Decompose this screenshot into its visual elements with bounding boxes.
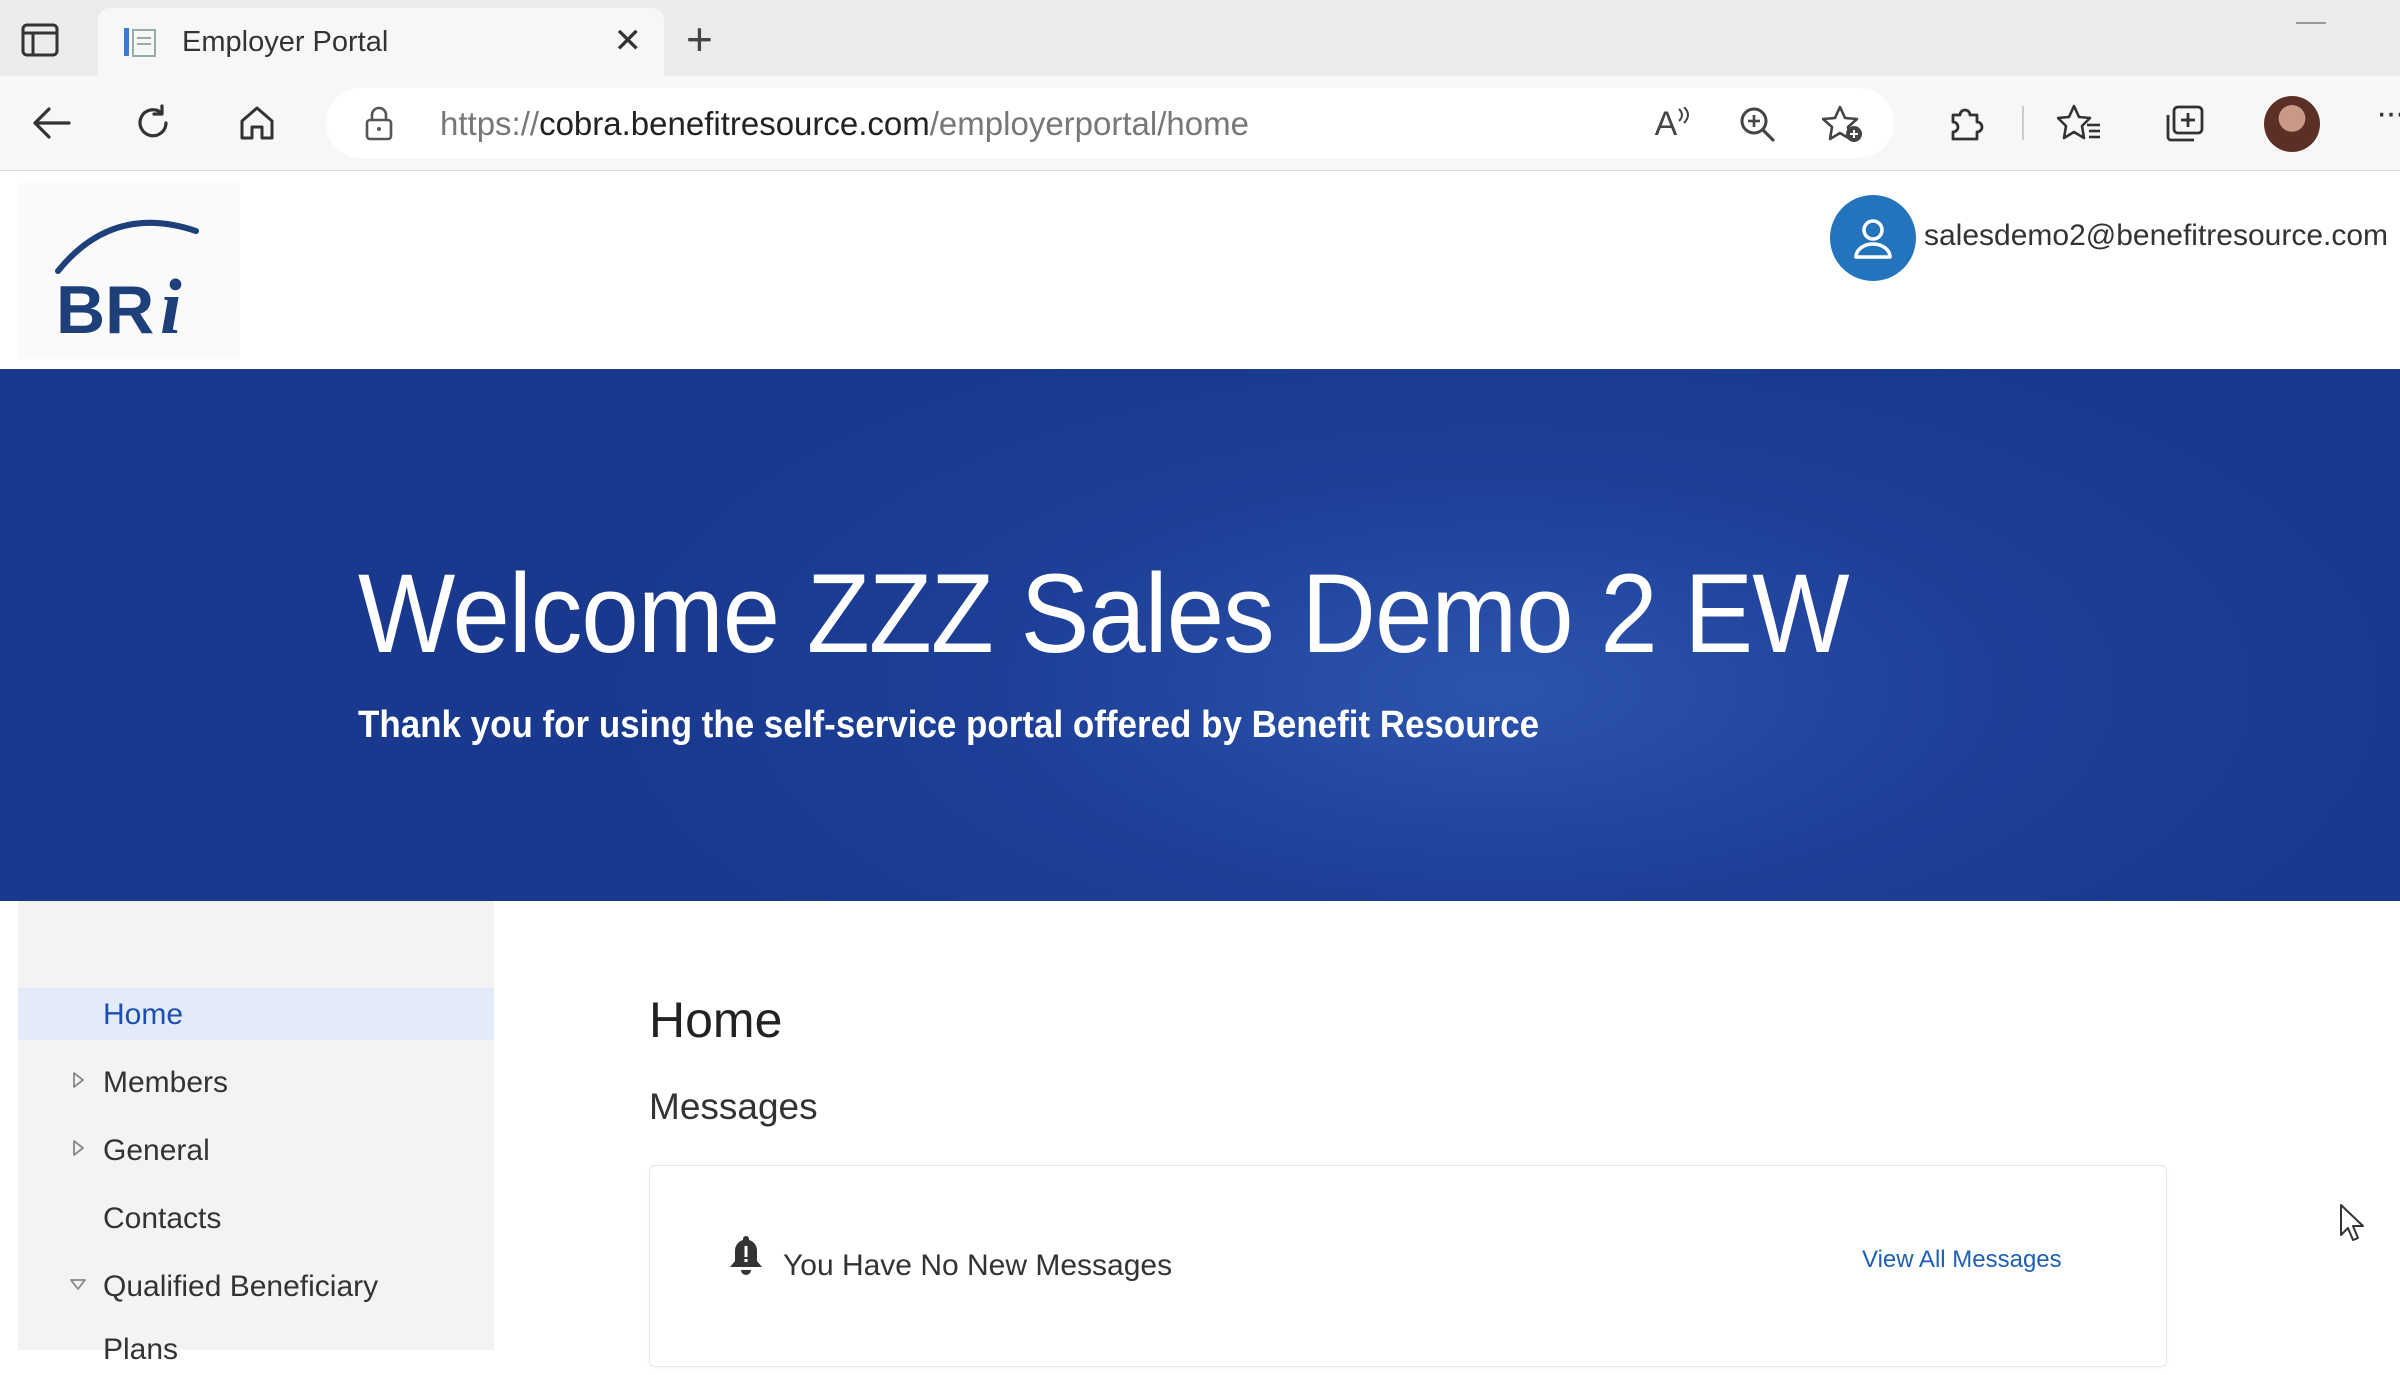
home-icon[interactable] <box>232 98 282 148</box>
browser-tab-strip: Employer Portal ✕ + <box>0 0 2400 76</box>
url-host: cobra.benefitresource.com <box>539 105 930 142</box>
back-arrow-icon[interactable] <box>26 98 76 148</box>
url-prefix: https:// <box>440 105 540 142</box>
messages-card: You Have No New Messages View All Messag… <box>649 1165 2167 1367</box>
sidebar-item-plans[interactable]: Plans <box>18 1323 494 1375</box>
favorites-icon[interactable] <box>2054 98 2104 148</box>
caret-right-icon[interactable] <box>68 1070 88 1090</box>
svg-text:i: i <box>160 263 182 350</box>
window-minimize-button[interactable] <box>2296 22 2326 24</box>
bell-icon <box>728 1234 764 1281</box>
page-title: Home <box>649 992 783 1048</box>
collections-icon[interactable] <box>2160 98 2210 148</box>
page-favicon-icon <box>122 26 158 58</box>
read-aloud-icon[interactable]: A <box>1652 104 1694 144</box>
active-browser-tab[interactable]: Employer Portal ✕ <box>98 8 664 76</box>
user-icon[interactable] <box>1830 195 1916 281</box>
sidebar-item-general[interactable]: General <box>18 1124 494 1176</box>
sidebar-item-members[interactable]: Members <box>18 1056 494 1108</box>
tab-title: Employer Portal <box>182 26 389 58</box>
url-path: /employerportal/home <box>929 105 1249 142</box>
main-content: Home Messages You Have No New Messages V… <box>494 901 2400 1367</box>
sidebar-item-home[interactable]: Home <box>18 988 494 1040</box>
sidebar-item-label: Plans <box>103 1333 179 1366</box>
refresh-icon[interactable] <box>128 98 178 148</box>
sidebar-nav: Home Members General Contacts Qualified … <box>18 901 494 1366</box>
sidebar-item-label: Qualified Beneficiary <box>103 1270 379 1303</box>
welcome-banner: Welcome ZZZ Sales Demo 2 EW Thank you fo… <box>0 369 2400 901</box>
browser-toolbar: https://cobra.benefitresource.com/employ… <box>0 76 2400 171</box>
lock-icon[interactable] <box>364 106 394 147</box>
bri-logo[interactable]: BR i <box>18 183 240 359</box>
caret-right-icon[interactable] <box>68 1138 88 1158</box>
messages-heading: Messages <box>649 1086 818 1127</box>
more-options-icon[interactable]: ··· <box>2376 94 2400 133</box>
sidebar-item-label: Home <box>103 998 184 1031</box>
welcome-subtitle: Thank you for using the self-service por… <box>358 704 1540 746</box>
sidebar-item-qualified-beneficiary[interactable]: Qualified Beneficiary <box>18 1260 494 1312</box>
caret-down-icon[interactable] <box>68 1274 88 1294</box>
toolbar-separator <box>2022 106 2024 140</box>
no-messages-text: You Have No New Messages <box>783 1249 1173 1282</box>
site-header: BR i salesdemo2@benefitresource.com <box>0 171 2400 369</box>
sidebar-item-label: Contacts <box>103 1202 222 1235</box>
read-aloud-label: A <box>1654 104 1678 143</box>
address-bar[interactable]: https://cobra.benefitresource.com/employ… <box>326 88 1894 158</box>
sidebar-item-contacts[interactable]: Contacts <box>18 1192 494 1244</box>
svg-text:BR: BR <box>56 272 154 348</box>
user-email[interactable]: salesdemo2@benefitresource.com <box>1924 219 2388 253</box>
welcome-title: Welcome ZZZ Sales Demo 2 EW <box>358 551 1849 676</box>
tab-close-icon[interactable]: ✕ <box>614 24 643 58</box>
view-all-messages-link[interactable]: View All Messages <box>1862 1246 2062 1274</box>
sidebar-item-label: Members <box>103 1066 229 1099</box>
mouse-cursor-icon <box>2338 1203 2368 1250</box>
zoom-in-icon[interactable] <box>1736 104 1778 144</box>
add-favorite-icon[interactable] <box>1822 104 1864 144</box>
browser-profile-avatar[interactable] <box>2264 96 2320 152</box>
new-tab-button[interactable]: + <box>686 16 713 62</box>
puzzle-icon[interactable] <box>1940 98 1990 148</box>
tab-actions-icon[interactable] <box>20 22 60 58</box>
sidebar-item-label: General <box>103 1134 210 1167</box>
url-text[interactable]: https://cobra.benefitresource.com/employ… <box>440 105 1249 143</box>
